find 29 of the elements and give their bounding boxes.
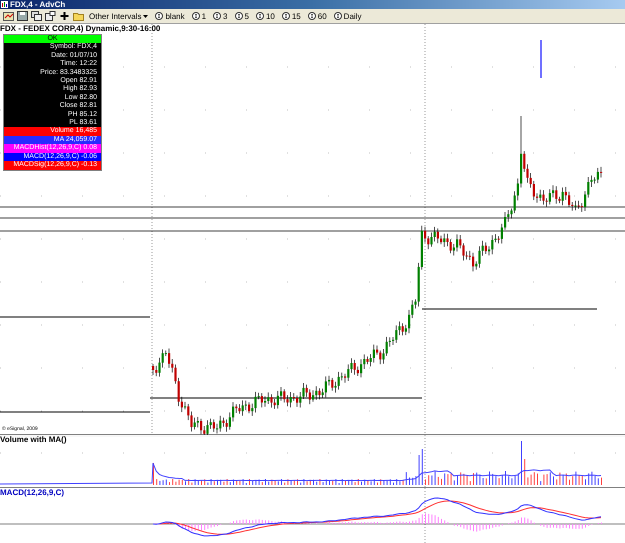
interval-button[interactable]: Daily [332,12,364,20]
plus-icon[interactable] [59,11,70,21]
interval-icon [256,12,264,20]
properties-icon[interactable] [45,11,56,21]
interval-icon [282,12,290,20]
interval-button[interactable]: 3 [211,12,230,20]
interval-button[interactable]: 10 [254,12,277,20]
caret-icon [143,14,148,18]
panel-title: Volume with MA() [0,435,67,445]
interval-button[interactable]: blank [153,12,187,20]
window-title: FDX,4 - AdvCh [10,0,66,9]
intervals-menu[interactable]: Other Intervals [87,12,150,20]
interval-icon [234,12,242,20]
marker-line [540,40,542,78]
interval-icon [192,12,200,20]
interval-icon [308,12,316,20]
chart-icon[interactable] [3,11,14,21]
interval-button[interactable]: 1 [190,12,208,20]
app-icon [1,1,8,8]
chart-title: FDX - FEDEX CORP,4) Dynamic,9:30-16:00 [0,24,160,34]
interval-icon [334,12,342,20]
panel-title: MACD(12,26,9,C) [0,488,64,498]
windows-icon[interactable] [31,11,42,21]
interval-icon [213,12,222,20]
save-icon[interactable] [17,11,28,21]
interval-icon [155,12,164,20]
interval-button[interactable]: 60 [306,12,329,20]
interval-button[interactable]: 15 [280,12,303,20]
interval-button[interactable]: 5 [232,12,251,20]
